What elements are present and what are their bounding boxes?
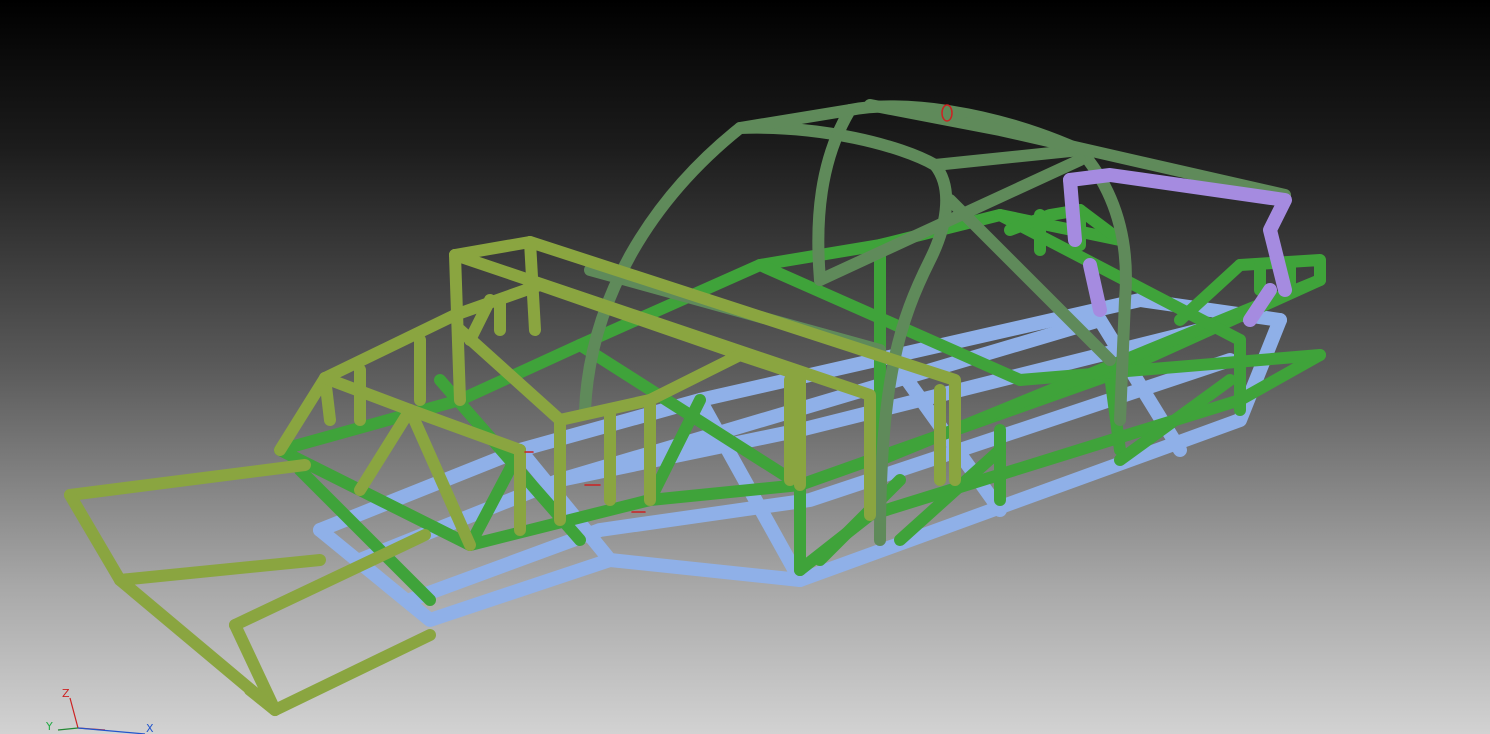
axis-z-label: Z: [62, 687, 70, 700]
chassis-model[interactable]: Z Y X: [0, 0, 1490, 734]
rear-bracket: [1063, 168, 1292, 327]
axis-x-label: X: [146, 722, 154, 734]
3d-viewport[interactable]: Z Y X: [0, 0, 1490, 734]
axis-triad: Z Y X: [45, 687, 154, 734]
axis-y-label: Y: [45, 720, 53, 733]
